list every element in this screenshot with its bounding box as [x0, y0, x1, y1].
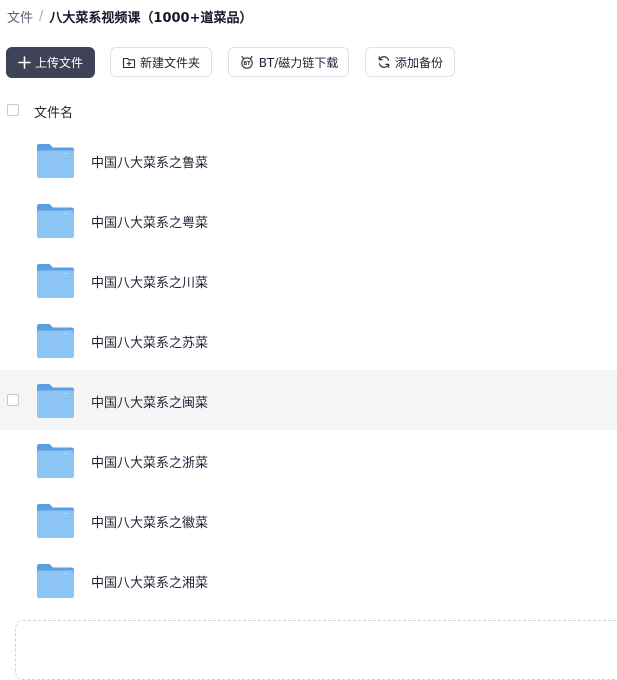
- new-folder-button[interactable]: 新建文件夹: [110, 47, 212, 77]
- bt-magnet-download-button-label: BT/磁力链下载: [258, 55, 339, 70]
- file-row[interactable]: 中国八大菜系之徽菜: [0, 490, 617, 550]
- folder-icon: [37, 324, 74, 358]
- file-row[interactable]: 中国八大菜系之闽菜: [0, 370, 617, 430]
- file-name[interactable]: 中国八大菜系之苏菜: [91, 332, 208, 351]
- row-checkbox[interactable]: [7, 394, 19, 406]
- file-row[interactable]: 中国八大菜系之川菜: [0, 250, 617, 310]
- folder-icon: [37, 204, 74, 238]
- file-row[interactable]: 中国八大菜系之浙菜: [0, 430, 617, 490]
- folder-plus-icon: [122, 57, 136, 68]
- file-name[interactable]: 中国八大菜系之鲁菜: [91, 152, 208, 171]
- column-header-filename[interactable]: 文件名: [34, 102, 73, 121]
- breadcrumb-current: 八大菜系视频课（1000+道菜品）: [49, 10, 253, 26]
- sync-icon: [378, 56, 390, 68]
- bt-magnet-download-button[interactable]: BT BT/磁力链下载: [228, 47, 349, 77]
- bt-magnet-icon: BT: [240, 55, 253, 69]
- file-name[interactable]: 中国八大菜系之湘菜: [91, 572, 208, 591]
- file-name[interactable]: 中国八大菜系之川菜: [91, 272, 208, 291]
- file-name[interactable]: 中国八大菜系之粤菜: [91, 212, 208, 231]
- file-row[interactable]: 中国八大菜系之苏菜: [0, 310, 617, 370]
- plus-icon: [18, 56, 31, 69]
- list-header: 文件名: [0, 98, 617, 124]
- folder-icon: [37, 564, 74, 598]
- folder-icon: [37, 444, 74, 478]
- upload-dropzone[interactable]: [15, 620, 617, 680]
- folder-icon: [37, 504, 74, 538]
- add-backup-button[interactable]: 添加备份: [365, 47, 455, 77]
- file-name[interactable]: 中国八大菜系之闽菜: [91, 392, 208, 411]
- upload-button[interactable]: 上传文件: [6, 47, 95, 78]
- file-list: 中国八大菜系之鲁菜 中国八大菜系之粤菜 中国八大菜系之川菜 中国八大菜系之苏菜: [0, 130, 617, 610]
- folder-icon: [37, 264, 74, 298]
- file-row[interactable]: 中国八大菜系之湘菜: [0, 550, 617, 610]
- file-row[interactable]: 中国八大菜系之鲁菜: [0, 130, 617, 190]
- select-all-checkbox[interactable]: [7, 104, 19, 116]
- file-row[interactable]: 中国八大菜系之粤菜: [0, 190, 617, 250]
- new-folder-button-label: 新建文件夹: [139, 55, 200, 70]
- file-name[interactable]: 中国八大菜系之浙菜: [91, 452, 208, 471]
- folder-icon: [37, 144, 74, 178]
- add-backup-button-label: 添加备份: [394, 55, 443, 70]
- breadcrumb-root-link[interactable]: 文件: [7, 7, 33, 26]
- file-name[interactable]: 中国八大菜系之徽菜: [91, 512, 208, 531]
- breadcrumb-separator: /: [39, 8, 44, 24]
- breadcrumb: 文件 / 八大菜系视频课（1000+道菜品）: [7, 6, 252, 26]
- upload-button-label: 上传文件: [34, 56, 83, 70]
- folder-icon: [37, 384, 74, 418]
- svg-text:BT: BT: [243, 61, 251, 67]
